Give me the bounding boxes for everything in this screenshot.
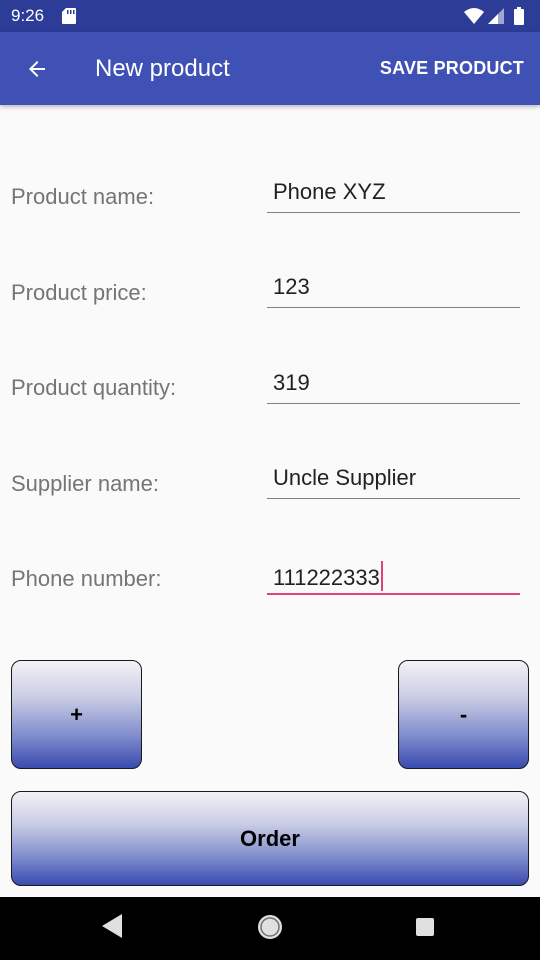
app-bar: New product SAVE PRODUCT — [0, 32, 540, 105]
increment-button[interactable]: + — [11, 660, 142, 769]
phone-number-field[interactable]: 111222333 — [267, 555, 520, 595]
save-product-button[interactable]: SAVE PRODUCT — [380, 58, 524, 79]
phone-number-label: Phone number: — [11, 566, 162, 591]
product-quantity-field[interactable]: 319 — [267, 364, 520, 404]
back-button[interactable] — [20, 52, 54, 86]
supplier-name-value: Uncle Supplier — [273, 465, 417, 490]
status-bar: 9:26 — [0, 0, 540, 32]
phone-number-text: 111222333 — [273, 561, 383, 591]
home-circle-icon[interactable] — [257, 914, 283, 940]
page-title: New product — [95, 55, 230, 82]
arrow-left-icon — [29, 61, 45, 77]
order-button[interactable]: Order — [11, 791, 529, 886]
phone-number-value: 111222333 — [273, 565, 380, 590]
product-name-field[interactable]: Phone XYZ — [267, 173, 520, 213]
product-name-label: Product name: — [11, 184, 155, 209]
signal-icon — [488, 8, 504, 24]
status-icons — [464, 7, 524, 25]
product-quantity-label: Product quantity: — [11, 375, 177, 400]
product-quantity-value: 319 — [273, 370, 310, 395]
back-triangle-icon[interactable] — [101, 913, 123, 939]
recents-square-icon[interactable] — [415, 917, 435, 937]
navigation-bar — [0, 897, 540, 960]
product-name-value: Phone XYZ — [273, 179, 386, 204]
decrement-button[interactable]: - — [398, 660, 529, 769]
supplier-name-label: Supplier name: — [11, 471, 159, 496]
wifi-icon — [464, 8, 484, 24]
battery-icon — [514, 7, 524, 25]
product-price-field[interactable]: 123 — [267, 268, 520, 308]
product-price-label: Product price: — [11, 280, 147, 305]
status-time: 9:26 — [11, 6, 45, 25]
sd-card-icon — [62, 8, 76, 24]
text-cursor — [380, 561, 383, 591]
supplier-name-field[interactable]: Uncle Supplier — [267, 459, 520, 499]
product-price-value: 123 — [273, 274, 310, 299]
